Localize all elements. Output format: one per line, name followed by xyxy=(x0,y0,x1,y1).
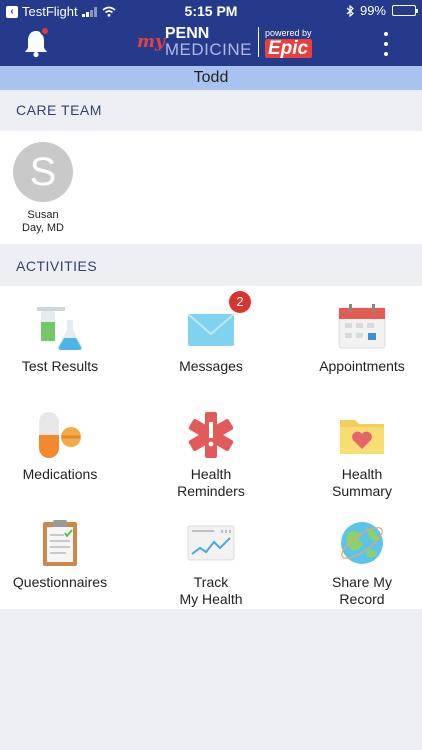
patient-name-bar[interactable]: Todd xyxy=(0,66,422,90)
tile-test-results[interactable]: Test Results xyxy=(0,290,130,398)
more-options-icon[interactable] xyxy=(378,32,394,56)
tile-label: Health Reminders xyxy=(177,466,245,499)
tile-medications[interactable]: Medications xyxy=(0,398,130,506)
notification-dot xyxy=(40,26,50,36)
care-team-heading: CARE TEAM xyxy=(0,90,422,130)
tile-appointments[interactable]: Appointments xyxy=(292,290,422,398)
tile-health-summary[interactable]: Health Summary xyxy=(292,398,422,506)
tile-health-reminders[interactable]: Health Reminders xyxy=(141,398,281,506)
care-team-panel: S Susan Day, MD xyxy=(0,131,422,244)
messages-unread-badge: 2 xyxy=(229,291,251,313)
activities-panel: Test Results Messages Appointments Medic… xyxy=(0,286,422,609)
tile-label: Messages xyxy=(179,358,243,374)
tile-label: Track My Health xyxy=(179,574,243,607)
provider-avatar: S xyxy=(13,142,73,202)
app-header: ‹ TestFlight 5:15 PM 99% my PENN MEDICIN… xyxy=(0,0,422,66)
calendar-icon xyxy=(338,304,386,349)
status-bar: ‹ TestFlight 5:15 PM 99% xyxy=(0,0,422,22)
test-tubes-icon xyxy=(37,307,83,350)
tile-track-my-health[interactable]: Track My Health xyxy=(141,506,281,614)
tile-messages[interactable]: Messages xyxy=(141,290,281,398)
medical-alert-icon xyxy=(188,412,234,458)
provider-name: Susan Day, MD xyxy=(12,209,74,235)
tile-share-my-record[interactable]: Share My Record xyxy=(292,506,422,614)
care-team-provider[interactable]: S Susan Day, MD xyxy=(12,142,74,235)
status-right: 99% xyxy=(346,3,418,18)
logo-epic: Epic xyxy=(265,38,312,58)
pills-icon xyxy=(39,412,81,458)
provider-first-name: Susan xyxy=(27,209,59,221)
logo-powered-by: powered by xyxy=(265,27,312,38)
logo-divider xyxy=(258,27,259,57)
tile-questionnaires[interactable]: Questionnaires xyxy=(0,506,130,614)
chart-card-icon xyxy=(187,525,235,561)
bluetooth-icon xyxy=(346,4,354,17)
battery-percent: 99% xyxy=(359,3,386,18)
battery-icon xyxy=(392,5,418,16)
tile-label: Medications xyxy=(22,466,98,482)
tile-label: Questionnaires xyxy=(12,574,108,590)
tile-label: Health Summary xyxy=(332,466,392,499)
logo-medicine: MEDICINE xyxy=(164,40,252,59)
tile-label: Test Results xyxy=(21,358,99,374)
provider-last-name: Day, MD xyxy=(22,222,64,234)
globe-icon xyxy=(341,522,383,564)
tile-label: Appointments xyxy=(319,358,405,374)
tile-label: Share My Record xyxy=(332,574,392,607)
mypenn-epic-logo: my PENN MEDICINE powered by Epic xyxy=(137,24,312,60)
clipboard-icon xyxy=(43,520,77,566)
envelope-icon xyxy=(187,313,235,346)
logo-my: my xyxy=(137,32,165,52)
folder-heart-icon xyxy=(340,420,384,454)
activities-heading: ACTIVITIES xyxy=(0,246,422,286)
